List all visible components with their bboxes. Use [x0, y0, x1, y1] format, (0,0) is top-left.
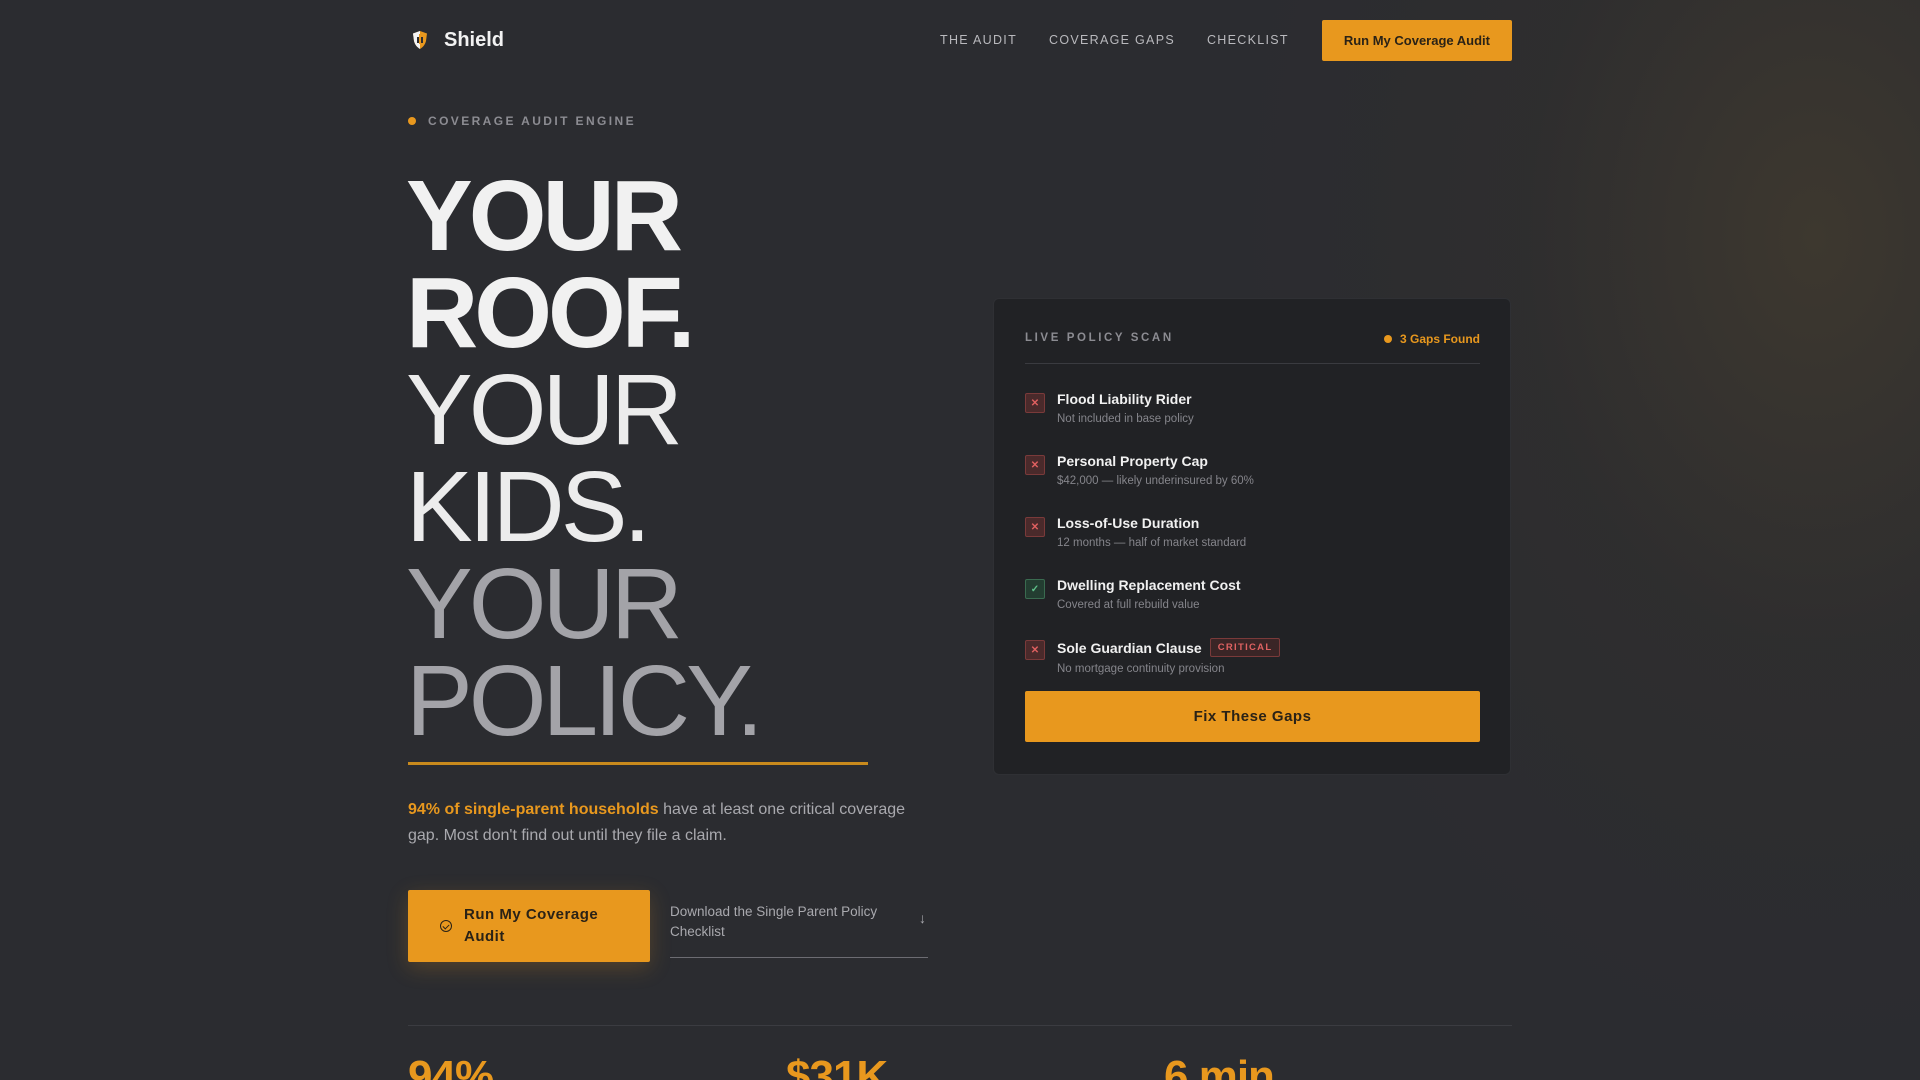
- top-nav: Shield THE AUDIT COVERAGE GAPS CHECKLIST…: [408, 19, 1512, 61]
- stat-value-1: 94%: [408, 1052, 494, 1080]
- shield-logo-icon: [408, 28, 432, 52]
- scan-item-desc: 12 months — half of market standard: [1057, 537, 1247, 549]
- nav-link-the-audit[interactable]: THE AUDIT: [940, 33, 1017, 47]
- gap-x-icon: ✕: [1025, 517, 1045, 537]
- scan-item-name: Sole Guardian Clause: [1057, 639, 1202, 656]
- scan-header: LIVE POLICY SCAN 3 Gaps Found: [1025, 327, 1480, 364]
- status-dot-icon: [1383, 335, 1392, 343]
- check-circle-icon: [440, 920, 452, 932]
- section-divider: [408, 1025, 1512, 1026]
- scan-item-loss-of-use: ✕ Loss-of-Use Duration 12 months — half …: [1025, 515, 1246, 549]
- gaps-found-badge: 3 Gaps Found: [1383, 332, 1480, 363]
- headline-underline: [408, 762, 868, 765]
- nav-link-checklist[interactable]: CHECKLIST: [1207, 33, 1289, 47]
- scan-item-name: Dwelling Replacement Cost: [1057, 577, 1241, 593]
- fix-gaps-button[interactable]: Fix These Gaps: [1025, 691, 1480, 742]
- nav-menu: THE AUDIT COVERAGE GAPS CHECKLIST Run My…: [908, 19, 1512, 61]
- scan-item-flood-liability: ✕ Flood Liability Rider Not included in …: [1025, 391, 1194, 425]
- gap-x-icon: ✕: [1025, 640, 1045, 660]
- lead-highlight: 94% of single-parent households: [408, 801, 659, 818]
- covered-check-icon: ✓: [1025, 579, 1045, 599]
- stat-value-3: 6 min: [1164, 1052, 1275, 1080]
- scan-item-name: Loss-of-Use Duration: [1057, 515, 1200, 531]
- hero-run-audit-button[interactable]: Run My Coverage Audit: [408, 890, 650, 962]
- nav-run-audit-button[interactable]: Run My Coverage Audit: [1321, 19, 1512, 61]
- scan-item-name: Flood Liability Rider: [1057, 391, 1192, 407]
- headline-line-4: KIDS.: [406, 451, 651, 563]
- headline-line-3: YOUR: [406, 354, 683, 466]
- scan-item-desc: Not included in base policy: [1057, 413, 1194, 425]
- eyebrow: COVERAGE AUDIT ENGINE: [408, 114, 636, 128]
- critical-badge: CRITICAL: [1209, 638, 1281, 657]
- scan-item-name-row: Sole Guardian Clause CRITICAL: [1057, 638, 1281, 657]
- arrow-down-icon: ↓: [919, 910, 926, 926]
- hero-headline: YOUR ROOF. YOUR KIDS. YOUR POLICY.: [406, 160, 764, 757]
- eyebrow-label: COVERAGE AUDIT ENGINE: [428, 114, 636, 128]
- scan-item-desc: Covered at full rebuild value: [1057, 599, 1200, 611]
- brand[interactable]: Shield: [408, 28, 504, 52]
- gap-x-icon: ✕: [1025, 455, 1045, 475]
- gap-x-icon: ✕: [1025, 393, 1045, 413]
- hero-cta-label: Run My Coverage Audit: [464, 906, 599, 945]
- brand-name: Shield: [444, 28, 505, 51]
- hero-lead: 94% of single-parent households have at …: [408, 797, 928, 849]
- download-checklist-link[interactable]: Download the Single Parent Policy Checkl…: [670, 902, 928, 958]
- download-checklist-label: Download the Single Parent Policy Checkl…: [670, 904, 878, 939]
- scan-item-desc: No mortgage continuity provision: [1057, 663, 1225, 675]
- headline-line-5: YOUR: [406, 548, 683, 660]
- scan-item-sole-guardian: ✕ Sole Guardian Clause CRITICAL No mortg…: [1025, 638, 1281, 675]
- scan-item-personal-property: ✕ Personal Property Cap $42,000 — likely…: [1025, 453, 1254, 487]
- eyebrow-dot-icon: [408, 117, 416, 125]
- nav-link-coverage-gaps[interactable]: COVERAGE GAPS: [1049, 33, 1175, 47]
- scan-item-name: Personal Property Cap: [1057, 453, 1208, 469]
- headline-line-6: POLICY.: [406, 645, 764, 757]
- scan-item-desc: $42,000 — likely underinsured by 60%: [1057, 475, 1254, 487]
- scan-title: LIVE POLICY SCAN: [1025, 332, 1174, 344]
- gaps-found-label: 3 Gaps Found: [1399, 332, 1480, 346]
- headline-line-2: ROOF.: [406, 257, 696, 369]
- headline-line-1: YOUR: [406, 160, 683, 272]
- policy-scan-card: LIVE POLICY SCAN 3 Gaps Found ✕ Flood Li…: [993, 298, 1511, 775]
- scan-item-dwelling-replacement: ✓ Dwelling Replacement Cost Covered at f…: [1025, 577, 1241, 611]
- stat-value-2: $31K: [786, 1052, 888, 1080]
